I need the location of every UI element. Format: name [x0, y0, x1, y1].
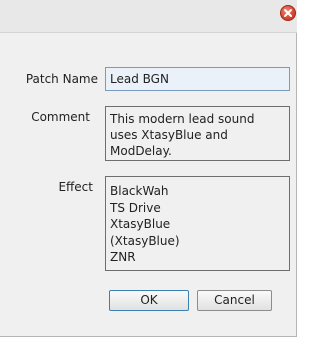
effect-item: ZNR: [110, 250, 136, 264]
close-icon: [284, 9, 292, 17]
close-button[interactable]: [280, 5, 296, 21]
effect-label: Effect: [58, 180, 93, 194]
ok-button[interactable]: OK: [109, 290, 189, 311]
title-bar: [0, 0, 297, 33]
effect-item: BlackWah: [110, 184, 169, 198]
effect-item: (XtasyBlue): [110, 233, 180, 248]
patch-name-label: Patch Name: [25, 72, 98, 86]
cancel-button[interactable]: Cancel: [197, 290, 272, 311]
comment-field[interactable]: This modern lead sound uses XtasyBlue an…: [105, 106, 290, 161]
effect-list: BlackWah TS Drive XtasyBlue (XtasyBlue) …: [105, 176, 290, 271]
patch-dialog: Patch Name Lead BGN Comment This modern …: [0, 0, 297, 337]
patch-name-field[interactable]: Lead BGN: [105, 67, 290, 91]
comment-label: Comment: [31, 110, 90, 124]
effect-item: TS Drive: [110, 200, 161, 215]
effect-item: XtasyBlue: [110, 217, 171, 231]
